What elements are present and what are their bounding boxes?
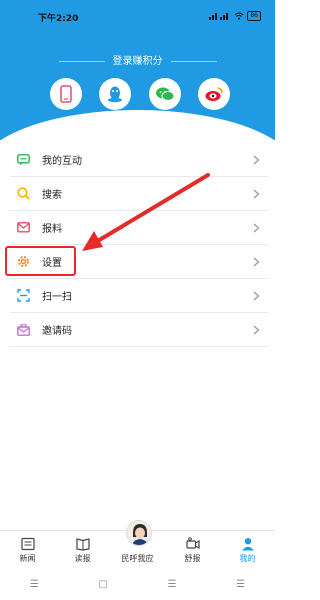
extra-key-icon[interactable]: ☰ [236,579,245,590]
tab-label: 舒报 [184,554,201,563]
tab-label: 民呼我应 [121,554,154,563]
home-key-icon[interactable]: ▢ [98,579,107,590]
video-icon [185,537,200,550]
user-icon [241,538,254,551]
system-navigation-bar: ☰ ▢ ☰ ☰ [0,568,275,600]
tab-label: 我的 [239,554,256,563]
tab-label: 读报 [74,554,91,563]
tab-video[interactable]: 舒报 [165,531,220,568]
news-icon [20,537,35,551]
back-key-icon[interactable]: ☰ [168,579,177,590]
tab-label: 新闻 [19,554,36,563]
tab-read-paper[interactable]: 读报 [55,531,110,568]
menu-key-icon[interactable]: ☰ [30,579,39,590]
tab-mine[interactable]: 我的 [220,531,275,568]
tab-news[interactable]: 新闻 [0,531,55,568]
newspaper-icon [75,538,90,551]
annotation-arrow [82,173,210,251]
avatar-icon[interactable] [126,520,152,546]
